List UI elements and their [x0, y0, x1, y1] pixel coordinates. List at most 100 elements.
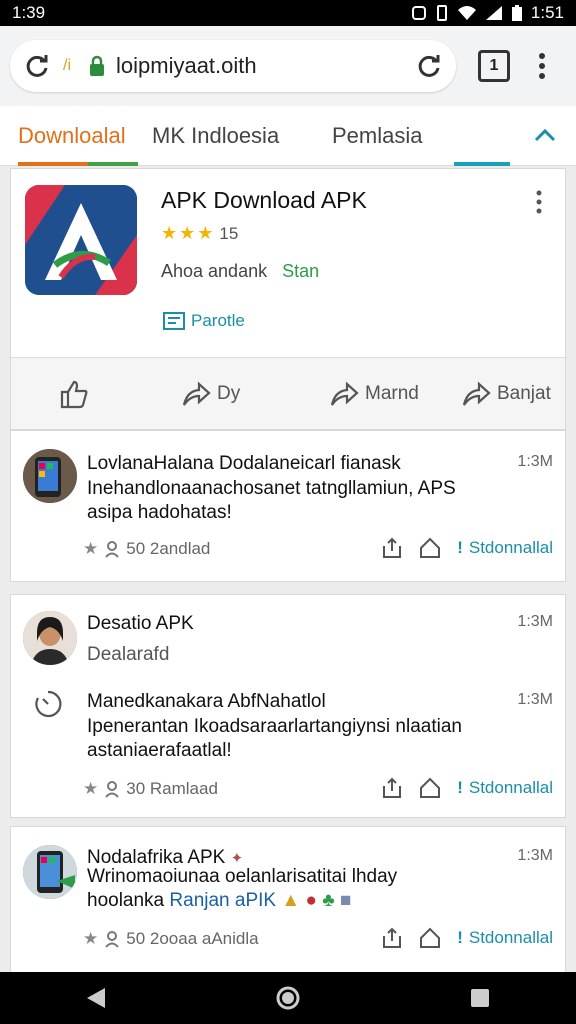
calendar-icon: [163, 312, 185, 330]
app-developer: Ahoa andank: [161, 261, 268, 281]
post-title[interactable]: LovlanaHalana Dodalaneicarl fianask: [87, 453, 401, 475]
post-meta: ★ 50 2andlad: [83, 539, 210, 559]
person-icon: [105, 541, 120, 558]
send-button[interactable]: Banjat: [461, 358, 551, 430]
clock-icon: [33, 689, 63, 724]
nfc-icon: [411, 6, 426, 20]
bell-emoji-icon: ▲: [281, 890, 301, 911]
reload-icon[interactable]: [22, 51, 52, 81]
share-arrow-icon: [330, 381, 359, 406]
app-icon[interactable]: [25, 185, 137, 295]
post-time: 1:3M: [517, 453, 553, 470]
post-body-line: Ipenerantan Ikoadsaraarlartangiynsi nlaa…: [87, 716, 462, 737]
post-actions: ! Stdonnallal: [381, 777, 553, 799]
status-time: 1:39: [12, 3, 46, 22]
star-icon: ★: [83, 929, 99, 948]
tab-indicator-green: [88, 162, 138, 166]
upload-icon[interactable]: [381, 777, 403, 799]
post-time: 1:3M: [517, 847, 553, 864]
home-icon[interactable]: [419, 777, 441, 799]
post-body: Ipenerantan Ikoadsaraarlartangiynsi nlaa…: [87, 715, 462, 763]
post-time: 1:3M: [517, 613, 553, 630]
post-meta: ★ 50 2ooaa aAnidla: [83, 929, 259, 949]
tab-pemlasia[interactable]: Pemlasia: [332, 106, 422, 166]
status-bar: 1:39 1:51: [0, 0, 576, 26]
app-rating: ★ ★ ★ 15: [161, 223, 238, 244]
post-body-title[interactable]: Manedkanakara AbfNahatlol: [87, 691, 326, 713]
signal-icon: [485, 6, 502, 20]
jar-emoji-icon: ■: [339, 890, 352, 911]
post-card: LovlanaHalana Dodalaneicarl fianask 1:3M…: [10, 430, 566, 582]
download-link[interactable]: ! Stdonnallal: [457, 928, 553, 948]
active-tab-indicator: [18, 162, 88, 166]
avatar[interactable]: [23, 611, 77, 665]
app-badge-label: Parotle: [191, 311, 245, 330]
url-text[interactable]: loipmiyaat.oith: [116, 53, 414, 79]
person-icon: [105, 781, 120, 798]
home-button-icon[interactable]: [268, 978, 308, 1018]
upload-icon[interactable]: [381, 537, 403, 559]
status-icons: 1:51: [411, 3, 564, 23]
post-actions: ! Stdonnallal: [381, 537, 553, 559]
site-info-icon[interactable]: /i: [52, 51, 82, 81]
download-link[interactable]: ! Stdonnallal: [457, 778, 553, 798]
overflow-menu-icon[interactable]: [532, 48, 552, 84]
post-body-time: 1:3M: [517, 691, 553, 708]
back-icon[interactable]: [76, 978, 116, 1018]
app-status: Stan: [282, 261, 320, 281]
forward-button[interactable]: Marnd: [329, 358, 419, 430]
star-icon: ★: [161, 223, 178, 243]
home-icon[interactable]: [419, 537, 441, 559]
more-options-icon[interactable]: [529, 187, 549, 217]
avatar[interactable]: [23, 449, 77, 503]
share-arrow-icon: [462, 381, 491, 406]
star-icon: ★: [83, 539, 99, 558]
address-bar[interactable]: /i loipmiyaat.oith: [10, 40, 456, 92]
category-tabs: Downloalal MK Indloesia Pemlasia: [0, 106, 576, 166]
info-icon: !: [457, 778, 463, 797]
app-subtitle: Ahoa andank Stan: [161, 261, 319, 282]
post-stats: 50 2andlad: [126, 539, 211, 558]
avatar[interactable]: [23, 845, 77, 899]
app-action-row: Dy Marnd Banjat: [11, 357, 565, 429]
post-body-line-2: hoolanka Ranjan aPIK ▲ ● ♣ ■: [87, 890, 352, 911]
share-button[interactable]: Dy: [181, 358, 240, 430]
post-body-line: asipa hadohatas!: [87, 502, 232, 523]
tab-switcher-button[interactable]: 1: [478, 50, 510, 82]
app-card: APK Download APK ★ ★ ★ 15 Ahoa andank St…: [10, 168, 566, 430]
post-subtitle: Dealarafd: [87, 644, 170, 665]
post-body-line: astaniaerafaatlal!: [87, 740, 232, 761]
wifi-icon: [457, 6, 476, 20]
post-card: Nodalafrika APK ✦ 1:3M Wrinomaoiunaa oel…: [10, 826, 566, 974]
apple-emoji-icon: ●: [305, 890, 317, 911]
thumbs-up-icon: [60, 380, 88, 409]
tab-downloads[interactable]: Downloalal: [18, 106, 126, 166]
post-stats: 30 Ramlaad: [126, 779, 218, 798]
post-body: Wrinomaoiunaa oelanlarisatitai lhday hoo…: [87, 865, 397, 913]
star-icon: ★: [83, 779, 99, 798]
chevron-up-icon[interactable]: [528, 118, 562, 152]
star-half-icon: ★: [197, 223, 214, 243]
app-title[interactable]: APK Download APK: [161, 187, 367, 214]
post-card: Desatio APK 1:3M Dealarafd Manedkanakara…: [10, 594, 566, 818]
refresh-icon[interactable]: [414, 51, 444, 81]
post-actions: ! Stdonnallal: [381, 927, 553, 949]
info-icon: !: [457, 928, 463, 947]
person-icon: [105, 931, 120, 948]
post-stats: 50 2ooaa aAnidla: [126, 929, 259, 948]
home-icon[interactable]: [419, 927, 441, 949]
vibrate-icon: [436, 5, 447, 21]
post-title[interactable]: Desatio APK: [87, 613, 194, 635]
post-body-line: Wrinomaoiunaa oelanlarisatitai lhday: [87, 866, 398, 887]
like-button[interactable]: [59, 358, 95, 430]
star-icon: ★: [179, 223, 196, 243]
download-link[interactable]: ! Stdonnallal: [457, 538, 553, 558]
recents-icon[interactable]: [460, 978, 500, 1018]
post-body-link[interactable]: Ranjan aPIK: [169, 890, 276, 911]
app-badge[interactable]: Parotle: [163, 311, 245, 331]
upload-icon[interactable]: [381, 927, 403, 949]
post-meta: ★ 30 Ramlaad: [83, 779, 218, 799]
tab-mk-indonesia[interactable]: MK Indloesia: [152, 106, 279, 166]
lock-icon: [82, 51, 112, 81]
browser-toolbar: /i loipmiyaat.oith 1: [0, 26, 576, 106]
